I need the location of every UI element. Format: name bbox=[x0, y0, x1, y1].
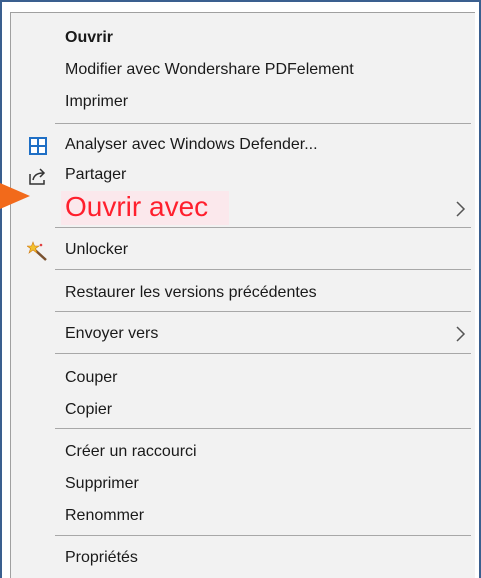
menu-separator bbox=[55, 123, 471, 124]
magic-wand-icon bbox=[26, 241, 49, 261]
menu-item-label: Restaurer les versions précédentes bbox=[65, 284, 317, 301]
menu-item-copy[interactable]: Copier bbox=[11, 395, 475, 425]
menu-item-cut[interactable]: Couper bbox=[11, 363, 475, 393]
context-menu: Ouvrir Modifier avec Wondershare PDFelem… bbox=[10, 12, 475, 578]
menu-item-label: Modifier avec Wondershare PDFelement bbox=[65, 61, 354, 78]
menu-item-label: Partager bbox=[65, 166, 127, 183]
menu-item-label: Créer un raccourci bbox=[65, 443, 197, 460]
menu-item-label: Ouvrir bbox=[65, 29, 114, 46]
menu-item-label: Supprimer bbox=[65, 475, 139, 492]
menu-item-rename[interactable]: Renommer bbox=[11, 501, 475, 531]
menu-item-modify-pdfelement[interactable]: Modifier avec Wondershare PDFelement bbox=[11, 55, 475, 85]
menu-item-label: Analyser avec Windows Defender... bbox=[65, 136, 318, 153]
menu-item-share[interactable]: Partager bbox=[11, 160, 475, 190]
chevron-right-icon bbox=[455, 325, 467, 343]
menu-item-delete[interactable]: Supprimer bbox=[11, 469, 475, 499]
menu-separator bbox=[55, 269, 471, 270]
menu-separator bbox=[55, 311, 471, 312]
menu-separator bbox=[55, 428, 471, 429]
menu-item-label: Envoyer vers bbox=[65, 325, 159, 342]
menu-separator bbox=[55, 353, 471, 354]
menu-item-restore-versions[interactable]: Restaurer les versions précédentes bbox=[11, 278, 475, 308]
menu-item-windows-defender[interactable]: Analyser avec Windows Defender... bbox=[11, 130, 475, 160]
menu-item-label: Unlocker bbox=[65, 241, 129, 258]
menu-item-unlocker[interactable]: Unlocker bbox=[11, 235, 475, 265]
arrow-right-icon bbox=[0, 183, 30, 209]
menu-item-properties[interactable]: Propriétés bbox=[11, 543, 475, 573]
menu-item-open-with[interactable]: Ouvrir avec bbox=[11, 191, 475, 227]
menu-item-send-to[interactable]: Envoyer vers bbox=[11, 319, 475, 349]
shield-icon bbox=[27, 136, 49, 156]
menu-item-label: Propriétés bbox=[65, 549, 138, 566]
share-icon bbox=[27, 166, 49, 186]
menu-item-print[interactable]: Imprimer bbox=[11, 87, 475, 117]
menu-item-open[interactable]: Ouvrir bbox=[11, 23, 475, 53]
menu-item-create-shortcut[interactable]: Créer un raccourci bbox=[11, 437, 475, 467]
menu-item-label: Imprimer bbox=[65, 93, 129, 110]
menu-item-label: Renommer bbox=[65, 507, 145, 524]
menu-item-label: Ouvrir avec bbox=[65, 191, 209, 222]
menu-separator bbox=[55, 535, 471, 536]
chevron-right-icon bbox=[455, 200, 467, 218]
menu-separator bbox=[55, 227, 471, 228]
menu-item-label: Couper bbox=[65, 369, 118, 386]
menu-item-label: Copier bbox=[65, 401, 113, 418]
